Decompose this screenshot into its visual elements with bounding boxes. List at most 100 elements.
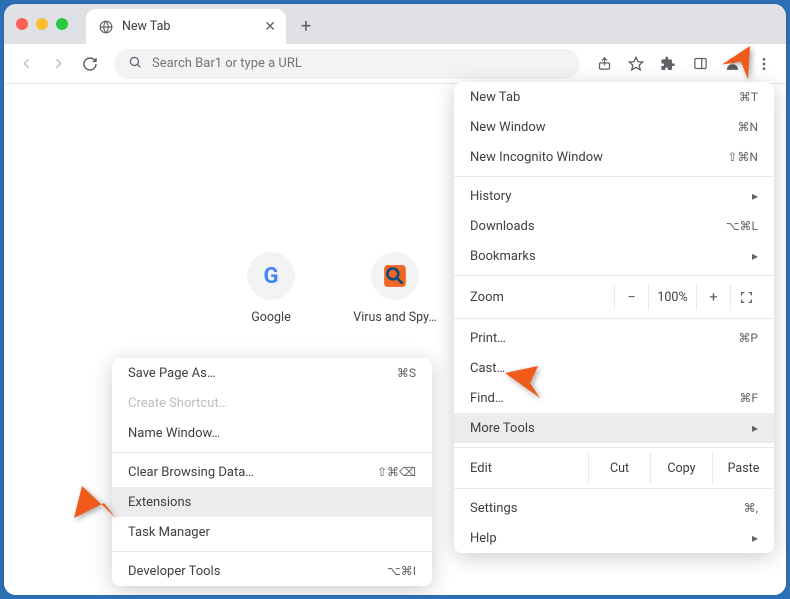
menu-dots-icon[interactable] [750,50,778,78]
fullscreen-button[interactable] [730,284,762,310]
menu-label: More Tools [470,421,535,436]
menu-shortcut: ⇧⌘⌫ [377,465,416,479]
submenu-arrow-icon: ▸ [752,531,758,545]
close-window-button[interactable] [16,18,28,30]
menu-settings[interactable]: Settings ⌘, [454,493,774,523]
menu-shortcut: ⇧⌘N [727,150,758,164]
menu-new-tab[interactable]: New Tab ⌘T [454,82,774,112]
menu-label: Developer Tools [128,564,220,579]
new-tab-button[interactable]: + [296,16,316,36]
menu-downloads[interactable]: Downloads ⌥⌘L [454,211,774,241]
menu-label: New Window [470,120,546,135]
menu-label: Downloads [470,219,535,234]
shortcut-icon: G [247,252,295,300]
menu-cast[interactable]: Cast… [454,353,774,383]
menu-shortcut: ⌘F [739,391,758,405]
minimize-window-button[interactable] [36,18,48,30]
zoom-in-button[interactable]: + [696,284,730,310]
browser-window: New Tab ✕ + Search Bar1 or type a URL [4,4,786,595]
menu-zoom: Zoom − 100% + [454,280,774,314]
profile-avatar-icon[interactable] [718,50,746,78]
menu-separator [112,551,432,552]
menu-help[interactable]: Help ▸ [454,523,774,553]
menu-label: New Tab [470,90,520,105]
menu-shortcut: ⌘T [739,90,758,104]
window-controls [16,18,68,30]
menu-separator [454,447,774,448]
menu-separator [112,452,432,453]
browser-tab[interactable]: New Tab ✕ [86,9,286,44]
back-button[interactable] [12,50,40,78]
menu-new-window[interactable]: New Window ⌘N [454,112,774,142]
toolbar: Search Bar1 or type a URL [4,44,786,84]
menu-more-tools[interactable]: More Tools ▸ [454,413,774,443]
submenu-create-shortcut: Create Shortcut… [112,388,432,418]
forward-button[interactable] [44,50,72,78]
zoom-controls: − 100% + [614,284,762,310]
menu-incognito[interactable]: New Incognito Window ⇧⌘N [454,142,774,172]
copy-button[interactable]: Copy [650,452,712,484]
tab-title: New Tab [122,19,256,34]
paste-button[interactable]: Paste [712,452,774,484]
google-logo-icon: G [264,263,279,289]
menu-label: Cast… [470,361,505,376]
menu-label: Zoom [470,290,614,305]
more-tools-submenu: Save Page As… ⌘S Create Shortcut… Name Wi… [112,358,432,586]
menu-label: Find… [470,391,504,406]
menu-label: Save Page As… [128,366,216,381]
menu-separator [454,318,774,319]
menu-label: History [470,189,511,204]
globe-icon [98,19,114,35]
shortcut-icon [371,252,419,300]
menu-edit: Edit Cut Copy Paste [454,452,774,484]
menu-label: Task Manager [128,525,210,540]
submenu-arrow-icon: ▸ [752,249,758,263]
side-panel-icon[interactable] [686,50,714,78]
submenu-name-window[interactable]: Name Window… [112,418,432,448]
menu-print[interactable]: Print…⌘P [454,323,774,353]
menu-shortcut: ⌘, [744,501,758,515]
menu-shortcut: ⌘S [397,366,416,380]
menu-label: Create Shortcut… [128,396,227,411]
menu-shortcut: ⌘N [737,120,758,134]
fullscreen-icon [740,291,753,304]
menu-label: Extensions [128,495,191,510]
submenu-developer-tools[interactable]: Developer Tools ⌥⌘I [112,556,432,586]
reload-button[interactable] [76,50,104,78]
menu-label: Settings [470,501,517,516]
close-tab-icon[interactable]: ✕ [264,19,276,35]
maximize-window-button[interactable] [56,18,68,30]
submenu-arrow-icon: ▸ [752,421,758,435]
zoom-value: 100% [648,284,696,310]
shortcut-label: Google [251,310,290,325]
shortcut-label: Virus and Spy… [353,310,437,325]
bookmark-star-icon[interactable] [622,50,650,78]
menu-find[interactable]: Find… ⌘F [454,383,774,413]
submenu-extensions[interactable]: Extensions [112,487,432,517]
titlebar: New Tab ✕ + [4,4,786,44]
menu-separator [454,176,774,177]
menu-label: Help [470,531,497,546]
submenu-save-page-as[interactable]: Save Page As… ⌘S [112,358,432,388]
menu-history[interactable]: History ▸ [454,181,774,211]
menu-bookmarks[interactable]: Bookmarks ▸ [454,241,774,271]
submenu-clear-browsing-data[interactable]: Clear Browsing Data… ⇧⌘⌫ [112,457,432,487]
submenu-task-manager[interactable]: Task Manager [112,517,432,547]
menu-separator [454,275,774,276]
menu-label: Edit [470,461,588,476]
menu-separator [454,488,774,489]
menu-label: New Incognito Window [470,150,603,165]
menu-shortcut: ⌥⌘L [726,219,758,233]
menu-shortcut: ⌥⌘I [387,564,416,578]
extensions-puzzle-icon[interactable] [654,50,682,78]
menu-label: Clear Browsing Data… [128,465,254,480]
zoom-out-button[interactable]: − [614,284,648,310]
share-icon[interactable] [590,50,618,78]
cut-button[interactable]: Cut [588,452,650,484]
search-icon [128,54,142,73]
address-bar[interactable]: Search Bar1 or type a URL [114,49,580,79]
menu-shortcut: ⌘P [738,331,758,345]
menu-label: Name Window… [128,426,220,441]
submenu-arrow-icon: ▸ [752,189,758,203]
menu-label: Bookmarks [470,249,536,264]
